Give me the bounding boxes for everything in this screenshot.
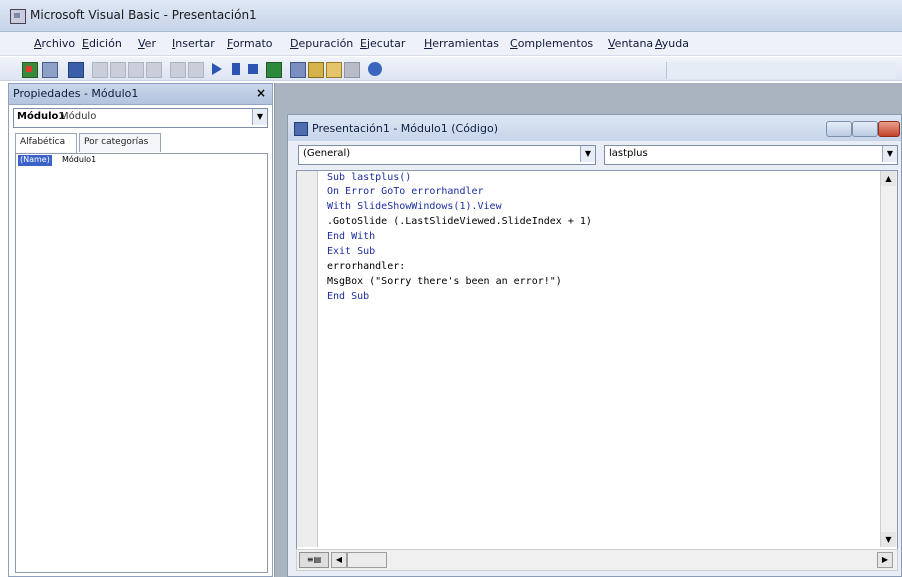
- code-line[interactable]: With SlideShowWindows(1).View: [327, 201, 502, 212]
- design-mode-icon[interactable]: [266, 62, 282, 78]
- menu-ventana[interactable]: Ventana: [608, 37, 653, 50]
- code-line[interactable]: End With: [327, 231, 375, 242]
- code-line[interactable]: Sub lastplus(): [327, 172, 411, 183]
- find-icon[interactable]: [146, 62, 162, 78]
- copy-icon[interactable]: [110, 62, 126, 78]
- object-name: Módulo1: [17, 111, 66, 122]
- code-editor[interactable]: Sub lastplus() On Error GoTo errorhandle…: [296, 170, 898, 550]
- code-line[interactable]: End Sub: [327, 291, 369, 302]
- menu-archivo[interactable]: Archivo: [34, 37, 75, 50]
- vertical-scrollbar[interactable]: ▲ ▼: [880, 171, 897, 547]
- property-name: (Name): [18, 155, 52, 166]
- paste-icon[interactable]: [128, 62, 144, 78]
- chevron-down-icon[interactable]: ▼: [580, 146, 595, 162]
- window-title: Microsoft Visual Basic - Presentación1: [30, 8, 257, 22]
- chevron-down-icon[interactable]: ▼: [882, 146, 897, 162]
- module-icon: [294, 122, 308, 136]
- properties-icon[interactable]: [308, 62, 324, 78]
- property-row[interactable]: (Name) Módulo1: [16, 154, 265, 167]
- horizontal-scroll-thumb[interactable]: [347, 552, 387, 568]
- menu-insertar[interactable]: Insertar: [172, 37, 215, 50]
- scroll-up-icon[interactable]: ▲: [881, 171, 896, 186]
- code-line[interactable]: errorhandler:: [327, 261, 405, 272]
- excel-icon[interactable]: [22, 62, 38, 78]
- maximize-icon[interactable]: [852, 121, 878, 137]
- vba-app-icon: [10, 9, 26, 24]
- object-type: Módulo: [60, 111, 97, 122]
- code-line[interactable]: Exit Sub: [327, 246, 375, 257]
- project-explorer-icon[interactable]: [290, 62, 306, 78]
- chevron-down-icon[interactable]: ▼: [252, 109, 267, 125]
- tab-por-categorias[interactable]: Por categorías: [79, 133, 161, 152]
- redo-icon[interactable]: [188, 62, 204, 78]
- code-window-bottom-bar: ≡▤ ◀ ▶: [296, 549, 898, 571]
- code-line[interactable]: .GotoSlide (.LastSlideViewed.SlideIndex …: [327, 216, 592, 227]
- menu-ver[interactable]: Ver: [138, 37, 156, 50]
- menu-formato[interactable]: Formato: [227, 37, 273, 50]
- code-window-title: Presentación1 - Módulo1 (Código): [312, 122, 498, 135]
- tab-alfabetica[interactable]: Alfabética: [15, 133, 77, 153]
- menu-ejecutar[interactable]: Ejecutar: [360, 37, 405, 50]
- properties-window: Propiedades - Módulo1 × Módulo1 Módulo ▼…: [8, 83, 273, 577]
- properties-header: Propiedades - Módulo1 ×: [9, 84, 272, 105]
- cut-icon[interactable]: [92, 62, 108, 78]
- code-window-titlebar: Presentación1 - Módulo1 (Código): [288, 115, 901, 141]
- procedure-combo[interactable]: lastplus ▼: [604, 145, 898, 165]
- object-combo[interactable]: (General) ▼: [298, 145, 596, 165]
- code-line[interactable]: MsgBox ("Sorry there's been an error!"): [327, 276, 562, 287]
- object-select[interactable]: Módulo1 Módulo ▼: [13, 108, 268, 128]
- scroll-down-icon[interactable]: ▼: [881, 532, 896, 547]
- menu-bar: Archivo Edición Ver Insertar Formato Dep…: [0, 32, 902, 56]
- run-icon[interactable]: [210, 62, 224, 76]
- view-toggle-icon[interactable]: ≡▤: [299, 552, 329, 568]
- menu-complementos[interactable]: Complementos: [510, 37, 593, 50]
- properties-grid: (Name) Módulo1: [15, 153, 268, 573]
- object-combo-value: (General): [303, 148, 351, 159]
- stop-icon[interactable]: [248, 64, 258, 74]
- code-margin[interactable]: [297, 171, 318, 547]
- minimize-icon[interactable]: [826, 121, 852, 137]
- procedure-combo-value: lastplus: [609, 148, 648, 159]
- toolbox-icon[interactable]: [344, 62, 360, 78]
- save-icon[interactable]: [68, 62, 84, 78]
- menu-herramientas[interactable]: Herramientas: [424, 37, 499, 50]
- scroll-right-icon[interactable]: ▶: [877, 552, 893, 568]
- pause-icon[interactable]: [232, 63, 240, 75]
- title-bar: Microsoft Visual Basic - Presentación1: [0, 0, 902, 32]
- properties-title: Propiedades - Módulo1: [13, 87, 139, 100]
- toolbar-status-area: [666, 62, 896, 79]
- help-icon[interactable]: [368, 62, 382, 76]
- menu-depuracion[interactable]: Depuración: [290, 37, 353, 50]
- form-icon[interactable]: [42, 62, 58, 78]
- scroll-left-icon[interactable]: ◀: [331, 552, 347, 568]
- properties-tabs: Alfabética Por categorías: [15, 133, 265, 153]
- menu-ayuda[interactable]: Ayuda: [655, 37, 689, 50]
- code-window: Presentación1 - Módulo1 (Código) (Genera…: [287, 114, 902, 577]
- object-browser-icon[interactable]: [326, 62, 342, 78]
- menu-edicion[interactable]: Edición: [82, 37, 122, 50]
- code-line[interactable]: On Error GoTo errorhandler: [327, 186, 484, 197]
- close-icon[interactable]: [878, 121, 900, 137]
- property-value[interactable]: Módulo1: [62, 155, 96, 164]
- undo-icon[interactable]: [170, 62, 186, 78]
- close-icon[interactable]: ×: [254, 86, 268, 100]
